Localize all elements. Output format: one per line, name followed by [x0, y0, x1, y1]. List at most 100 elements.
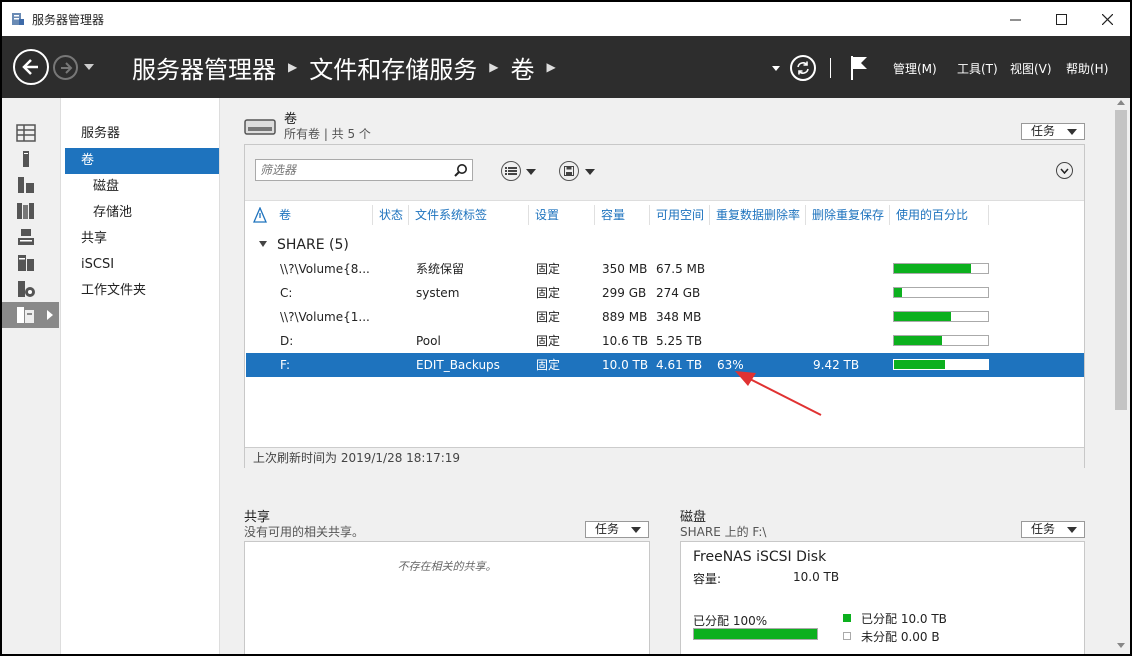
cell-status: [380, 281, 410, 305]
main-content: 卷 所有卷 | 共 5 个 任务 筛选器 卷 状态 文件系统标签 设置 容量 可…: [220, 98, 1112, 654]
cell-free-space: 4.61 TB: [656, 358, 703, 372]
back-button[interactable]: [13, 49, 49, 85]
dropdown-arrow-icon: [631, 527, 641, 533]
group-header-share[interactable]: SHARE (5): [259, 237, 349, 253]
header-separator: [830, 58, 831, 78]
title-bar: 服务器管理器: [2, 2, 1130, 36]
cell-dedup-rate: [717, 305, 807, 329]
allocated-legend-swatch: [843, 614, 851, 622]
cell-fs-label: [416, 305, 526, 329]
shares-tasks-button[interactable]: 任务: [585, 521, 649, 538]
maximize-button[interactable]: [1038, 2, 1084, 36]
cell-dedup-saved: [813, 257, 891, 281]
save-query-dropdown-icon[interactable]: [585, 169, 595, 175]
cell-setting: 固定: [536, 286, 561, 300]
nav-item-disks[interactable]: 磁盘: [65, 174, 219, 200]
table-row[interactable]: \\?\Volume{1... 固定 889 MB 348 MB: [246, 305, 1084, 329]
breadcrumb-server-manager[interactable]: 服务器管理器: [132, 50, 276, 85]
cell-volume: C:: [280, 286, 293, 300]
view-options-button[interactable]: [501, 161, 521, 181]
dashboard-icon[interactable]: [16, 124, 36, 142]
minimize-icon: [1009, 19, 1021, 20]
scroll-down-icon[interactable]: [1117, 643, 1125, 648]
maximize-icon: [1055, 13, 1067, 25]
close-button[interactable]: [1084, 2, 1130, 36]
nav-item-volumes[interactable]: 卷: [65, 148, 219, 174]
scroll-up-icon[interactable]: [1117, 100, 1125, 105]
cell-capacity: 889 MB: [602, 310, 648, 324]
menu-help[interactable]: 帮助(H): [1066, 60, 1108, 77]
filter-input[interactable]: [256, 160, 446, 180]
shares-server-icon[interactable]: [16, 254, 36, 272]
percent-used-bar: [893, 335, 989, 346]
column-dedup-rate[interactable]: 重复数据删除率: [710, 205, 806, 225]
breadcrumb-volumes[interactable]: 卷: [510, 50, 534, 85]
table-row[interactable]: \\?\Volume{8... 系统保留 固定 350 MB 67.5 MB: [246, 257, 1084, 281]
percent-used-fill: [894, 288, 903, 297]
view-options-dropdown-icon[interactable]: [526, 169, 536, 175]
column-dedup-saved[interactable]: 删除重复保存: [806, 205, 890, 225]
all-servers-icon[interactable]: [16, 176, 36, 194]
file-storage-services-tile[interactable]: [2, 302, 59, 328]
chevron-down-icon: [1060, 168, 1069, 174]
warning-column-icon[interactable]: [253, 207, 267, 223]
volumes-panel: 卷 状态 文件系统标签 设置 容量 可用空间 重复数据删除率 删除重复保存 使用…: [244, 144, 1085, 468]
cell-free-space: 67.5 MB: [656, 262, 706, 276]
forward-button[interactable]: [53, 55, 78, 80]
save-query-button[interactable]: [559, 161, 579, 181]
percent-used-bar: [893, 311, 989, 322]
iscsi-server-icon[interactable]: [16, 280, 36, 298]
expand-collapse-button[interactable]: [1056, 162, 1073, 179]
column-free-space[interactable]: 可用空间: [650, 205, 710, 225]
file-services-group-icon[interactable]: [16, 202, 36, 220]
refresh-button[interactable]: [790, 55, 816, 81]
column-fs-label[interactable]: 文件系统标签: [409, 205, 529, 225]
app-header: 服务器管理器 ▶ 文件和存储服务 ▶ 卷 ▶ 管理(M) 工具(T) 视图(V)…: [2, 36, 1130, 98]
notification-flag-icon[interactable]: [849, 55, 871, 81]
storage-server-icon[interactable]: [16, 228, 36, 246]
cell-dedup-rate: [717, 281, 807, 305]
column-setting[interactable]: 设置: [529, 205, 595, 225]
disk-tasks-button[interactable]: 任务: [1021, 521, 1085, 538]
column-capacity[interactable]: 容量: [595, 205, 650, 225]
nav-item-servers[interactable]: 服务器: [65, 121, 219, 147]
search-icon[interactable]: [454, 163, 468, 177]
volumes-tasks-label: 任务: [1031, 124, 1056, 138]
nav-item-storage-pools[interactable]: 存储池: [65, 200, 219, 226]
local-server-icon[interactable]: [16, 150, 36, 168]
nav-item-work-folders[interactable]: 工作文件夹: [65, 278, 219, 304]
history-dropdown-icon[interactable]: [84, 64, 94, 70]
cell-dedup-saved: [813, 305, 891, 329]
shares-subtitle: 没有可用的相关共享。: [244, 525, 365, 539]
table-row[interactable]: F: EDIT_Backups 固定 10.0 TB 4.61 TB 63% 9.42 TB: [246, 353, 1084, 377]
menu-manage[interactable]: 管理(M): [893, 60, 937, 77]
breadcrumb-file-storage[interactable]: 文件和存储服务: [309, 50, 477, 85]
column-status[interactable]: 状态: [373, 205, 409, 225]
nav-item-shares[interactable]: 共享: [65, 226, 219, 252]
table-row[interactable]: D: Pool 固定 10.6 TB 5.25 TB: [246, 329, 1084, 353]
cell-volume: F:: [280, 358, 291, 372]
column-volume[interactable]: 卷: [273, 205, 373, 225]
header-dropdown-icon[interactable]: [772, 65, 780, 71]
file-storage-icon: [17, 307, 34, 323]
cell-free-space: 348 MB: [656, 310, 702, 324]
main-scrollbar[interactable]: [1112, 98, 1130, 654]
minimize-button[interactable]: [992, 2, 1038, 36]
nav-item-iscsi[interactable]: iSCSI: [65, 252, 219, 278]
volume-drive-icon: [244, 119, 276, 135]
column-percent-used[interactable]: 使用的百分比: [890, 205, 989, 225]
cell-fs-label: 系统保留: [416, 262, 465, 276]
cell-volume: D:: [280, 334, 294, 348]
volumes-tasks-button[interactable]: 任务: [1021, 123, 1085, 140]
menu-tools[interactable]: 工具(T): [957, 60, 998, 77]
shares-panel: 不存在相关的共享。: [244, 541, 650, 654]
header-tools: [772, 53, 871, 83]
menu-view[interactable]: 视图(V): [1010, 60, 1052, 77]
table-row[interactable]: C: system 固定 299 GB 274 GB: [246, 281, 1084, 305]
scrollbar-thumb[interactable]: [1115, 110, 1127, 410]
cell-volume: \\?\Volume{1...: [280, 310, 370, 324]
disk-panel: FreeNAS iSCSI Disk 容量: 10.0 TB 已分配 100% …: [680, 541, 1085, 654]
collapse-group-icon[interactable]: [259, 241, 267, 247]
cell-dedup-saved: 9.42 TB: [813, 358, 860, 372]
disk-subtitle: SHARE 上的 F:\: [680, 525, 767, 539]
